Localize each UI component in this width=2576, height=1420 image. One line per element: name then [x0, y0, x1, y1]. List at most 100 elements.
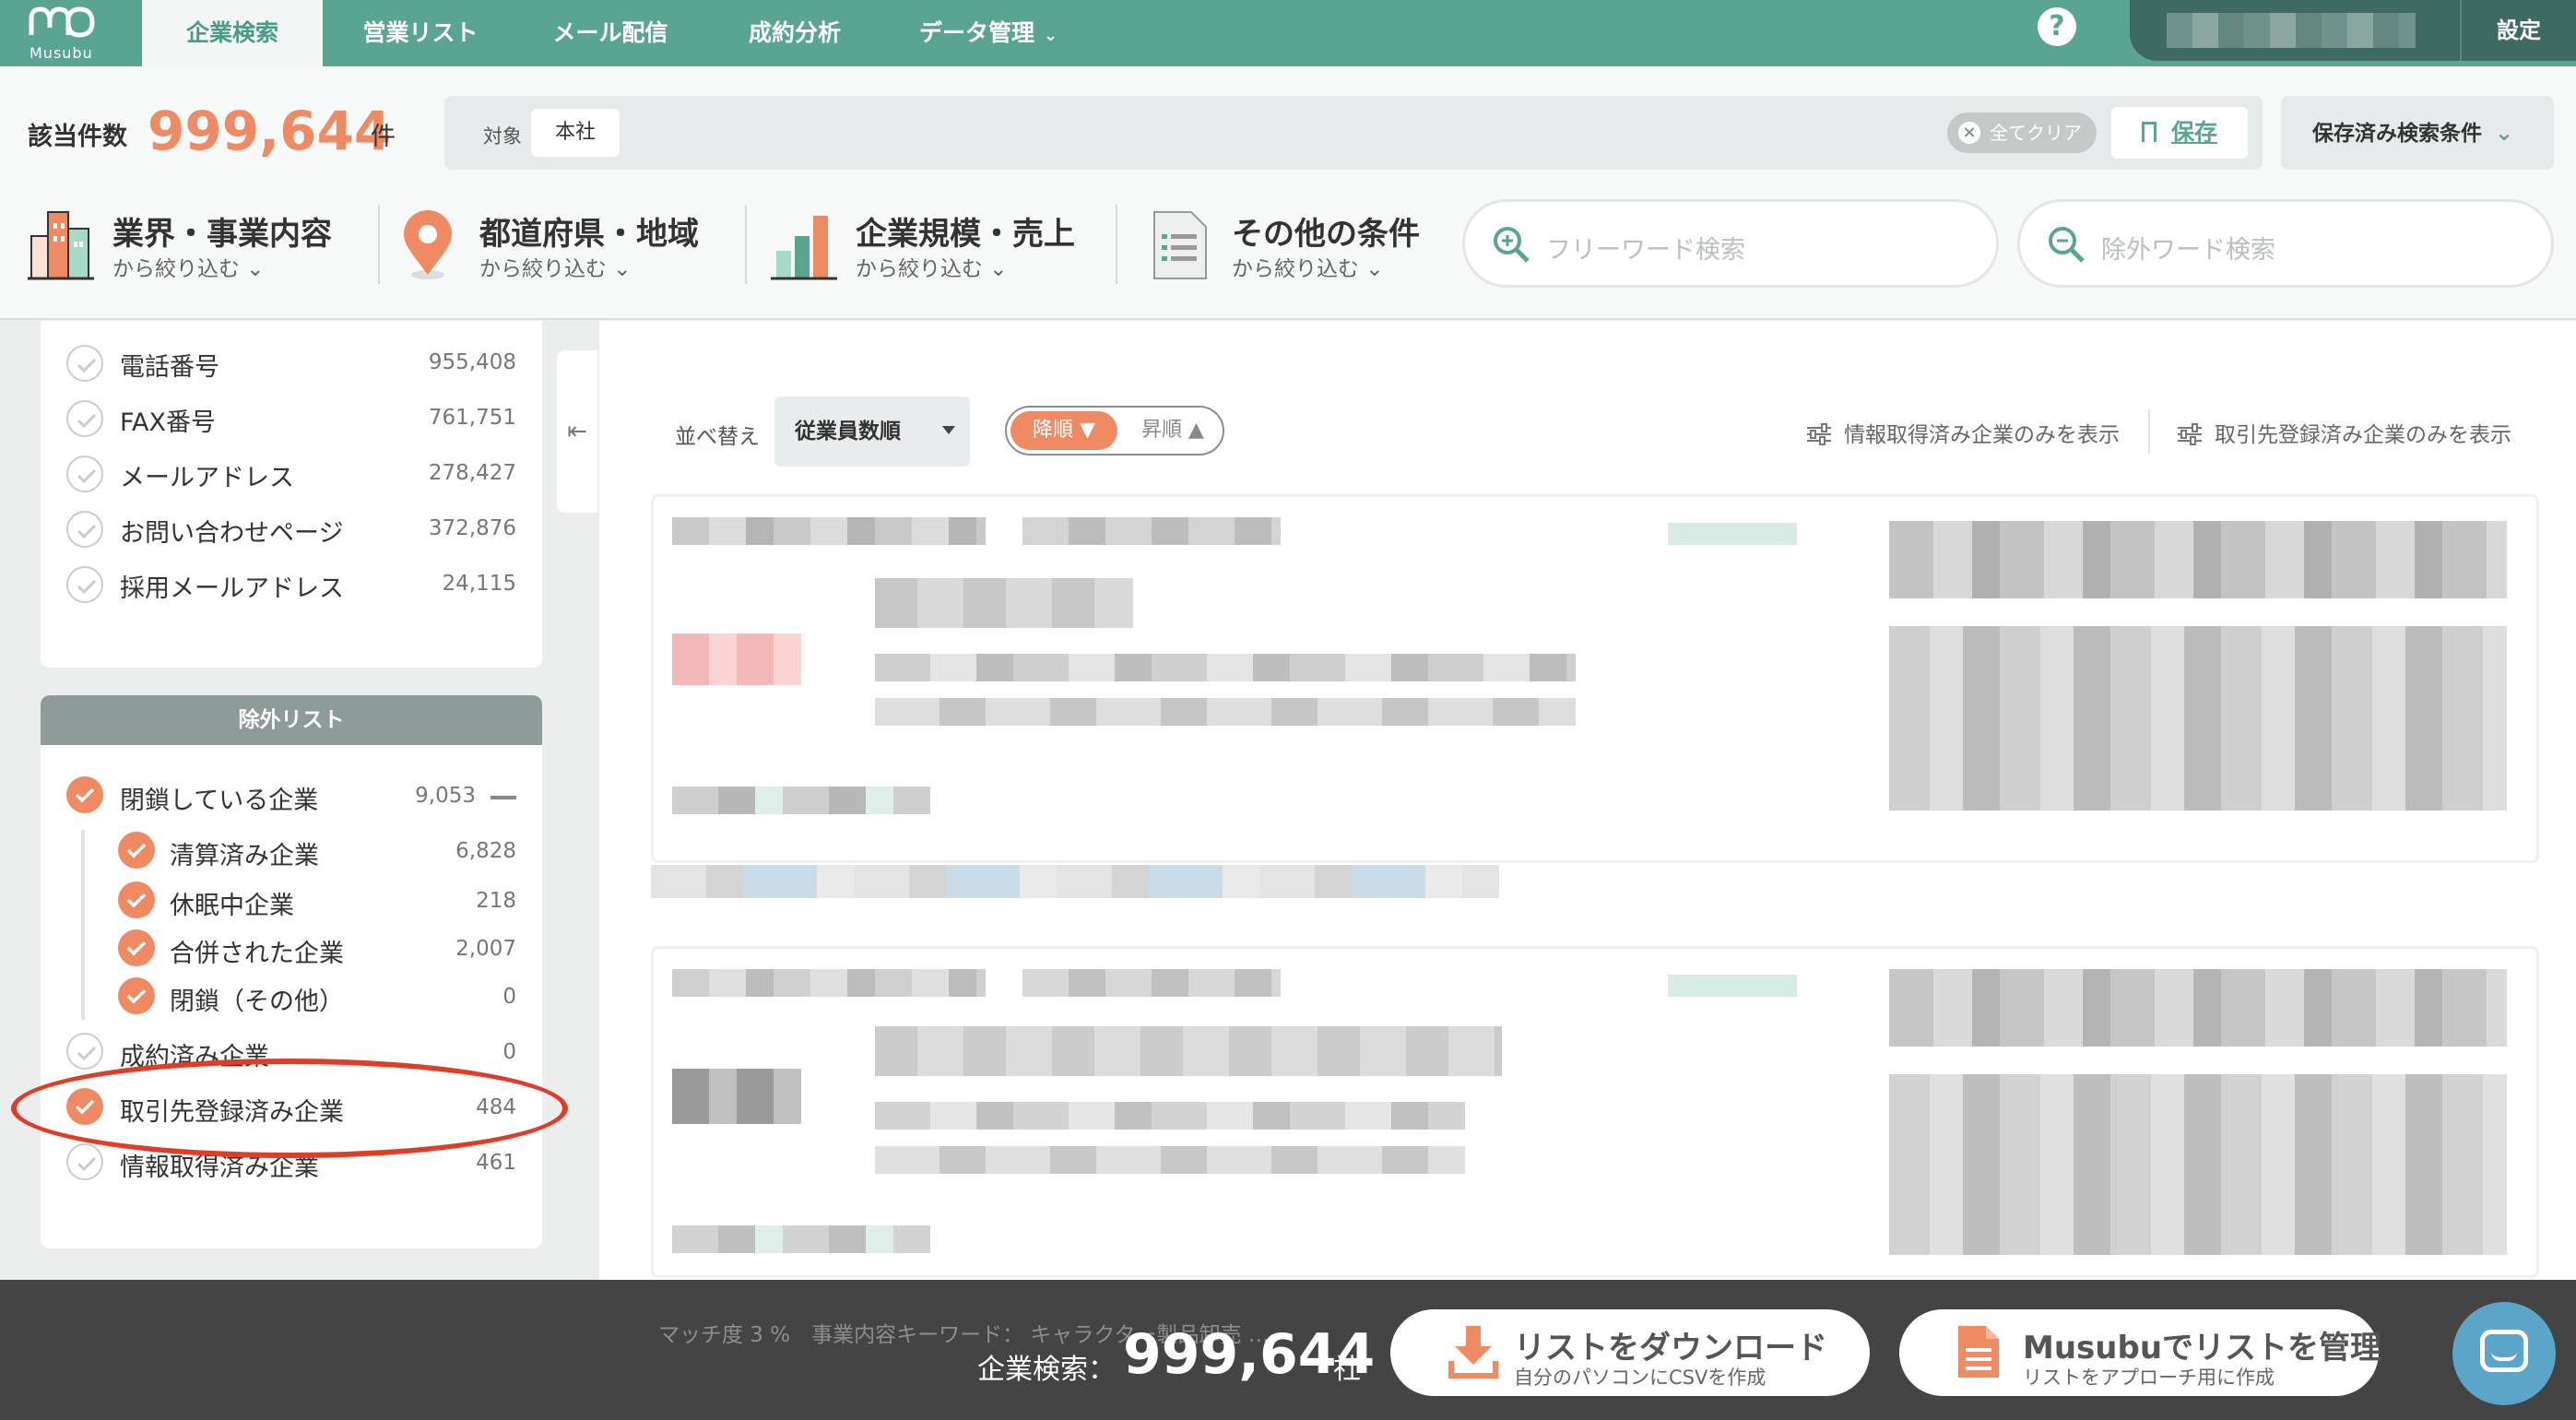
settings-button[interactable]: 設定: [2460, 0, 2576, 61]
toggle-label: 取引先登録済み企業のみを表示: [2215, 423, 2511, 447]
document-list-icon: [1153, 211, 1207, 279]
blurred-description: [1889, 1074, 2507, 1255]
check-circle-icon[interactable]: [66, 776, 103, 813]
musubu-logo[interactable]: Musubu: [20, 4, 103, 62]
download-list-button[interactable]: リストをダウンロード 自分のパソコンにCSVを作成: [1390, 1309, 1870, 1396]
show-registered-toggle[interactable]: 取引先登録済み企業のみを表示: [2176, 417, 2511, 448]
exclude-word-search-input[interactable]: 除外ワード検索: [2017, 199, 2554, 288]
condition-bar: 対象 本社 × 全てクリア 保存: [444, 96, 2263, 170]
tab-company-search[interactable]: 企業検索: [142, 0, 323, 66]
search-header: 該当件数 999,644 件 対象 本社 × 全てクリア 保存 保存済み検索条件…: [0, 66, 2576, 320]
contact-label: メールアドレス: [120, 464, 294, 492]
free-word-search-input[interactable]: フリーワード検索: [1462, 199, 1999, 288]
bottom-action-bar: マッチ度 3 % 事業内容キーワード： キャラクター製品卸売 … 企業検索： 9…: [0, 1280, 2576, 1420]
filter-sub: から絞り込む ⌄: [1232, 257, 1384, 281]
sort-label: 並べ替え: [675, 425, 760, 449]
target-chip[interactable]: 本社: [531, 109, 620, 157]
contact-count: 372,876: [428, 516, 516, 540]
tab-sales-list[interactable]: 営業リスト: [336, 0, 505, 66]
blurred-text: [1022, 517, 1281, 545]
check-circle-icon[interactable]: [118, 882, 155, 918]
exclude-count: 2,007: [455, 937, 516, 961]
download-sub: 自分のパソコンにCSVを作成: [1514, 1367, 1767, 1389]
check-circle-icon[interactable]: [66, 566, 103, 603]
check-circle-icon[interactable]: [66, 1143, 103, 1180]
filter-other-conditions[interactable]: その他の条件 から絞り込む ⌄: [1147, 203, 1460, 286]
collapse-minus-icon[interactable]: [490, 796, 516, 799]
check-circle-icon[interactable]: [66, 400, 103, 437]
tab-label: 成約分析: [748, 19, 841, 46]
user-account-menu[interactable]: [2130, 0, 2462, 61]
tab-mail-delivery[interactable]: メール配信: [522, 0, 699, 66]
order-asc-button[interactable]: 昇順 ▲: [1128, 411, 1217, 450]
building-icon: [28, 211, 94, 280]
exclude-count: 6,828: [455, 839, 516, 863]
divider: [378, 205, 380, 284]
blurred-tag: [1668, 523, 1797, 545]
musubu-logo-mark-icon: [29, 6, 95, 38]
blurred-description: [1889, 626, 2507, 811]
blurred-text: [875, 1026, 1502, 1076]
check-circle-icon[interactable]: [66, 1033, 103, 1070]
save-button[interactable]: 保存: [2111, 107, 2248, 159]
exclude-list-title: 除外リスト: [41, 695, 542, 745]
blurred-logo: [672, 1069, 801, 1124]
filter-title: 業界・事業内容: [112, 216, 332, 253]
company-result-card[interactable]: [651, 946, 2539, 1278]
check-circle-icon[interactable]: [118, 832, 155, 869]
highlight-annotation: [11, 1059, 568, 1158]
show-info-acquired-toggle[interactable]: 情報取得済み企業のみを表示: [1805, 417, 2120, 448]
footer-unit: 社: [1333, 1354, 1361, 1386]
manage-list-button[interactable]: Musubuでリストを管理 リストをアプローチ用に作成: [1899, 1309, 2381, 1396]
save-label: 保存: [2170, 119, 2217, 146]
exclude-count: 9,053: [415, 784, 476, 808]
saved-conditions-dropdown[interactable]: 保存済み検索条件 ⌄: [2281, 96, 2554, 170]
blurred-tag: [1668, 975, 1797, 997]
exclude-label: 閉鎖（その他）: [170, 988, 344, 1016]
free-word-placeholder: フリーワード検索: [1546, 236, 1745, 265]
contact-count: 24,115: [442, 572, 516, 596]
sliders-icon: [1807, 423, 1831, 445]
collapse-sidebar-icon[interactable]: ⇤: [557, 350, 597, 513]
filter-company-size[interactable]: 企業規模・売上 から絞り込む ⌄: [771, 203, 1121, 286]
download-icon: [1448, 1326, 1498, 1379]
tab-label: メール配信: [552, 19, 668, 46]
clear-all-button[interactable]: × 全てクリア: [1947, 112, 2097, 153]
filter-title: 都道府県・地域: [479, 216, 699, 253]
manage-sub: リストをアプローチ用に作成: [2023, 1367, 2275, 1389]
order-desc-button[interactable]: 降順 ▼: [1010, 411, 1117, 450]
exclude-label: 閉鎖している企業: [120, 787, 319, 815]
chat-support-button[interactable]: [2452, 1302, 2556, 1405]
blurred-company-name: [672, 969, 986, 997]
tab-data-management[interactable]: データ管理 ⌄: [892, 0, 1084, 66]
company-result-card[interactable]: [651, 494, 2539, 863]
check-circle-icon[interactable]: [66, 456, 103, 492]
check-circle-icon[interactable]: [118, 929, 155, 966]
download-title: リストをダウンロード: [1514, 1330, 1827, 1367]
search-minus-icon: [2049, 227, 2085, 263]
filter-sub: から絞り込む ⌄: [112, 257, 265, 281]
blurred-text: [1022, 969, 1281, 997]
location-pin-icon: [404, 210, 452, 279]
check-circle-icon[interactable]: [118, 977, 155, 1014]
result-count-unit: 件: [371, 123, 396, 151]
filter-industry[interactable]: 業界・事業内容 から絞り込む ⌄: [28, 203, 378, 286]
search-plus-icon: [1494, 227, 1530, 263]
blurred-text: [672, 1225, 930, 1253]
footer-label: 企業検索：: [977, 1354, 1116, 1386]
exclude-label: 合併された企業: [170, 940, 344, 968]
contact-label: 採用メールアドレス: [120, 574, 344, 603]
filter-region[interactable]: 都道府県・地域 から絞り込む ⌄: [395, 203, 745, 286]
tab-deal-analysis[interactable]: 成約分析: [723, 0, 867, 66]
sort-select[interactable]: 従業員数順: [774, 396, 970, 467]
chevron-down-icon: ⌄: [1043, 26, 1058, 45]
help-icon[interactable]: ?: [2038, 7, 2076, 46]
saved-conditions-label: 保存済み検索条件: [2312, 122, 2482, 146]
blurred-text: [875, 1146, 1465, 1174]
contact-count: 761,751: [428, 406, 516, 430]
check-circle-icon[interactable]: [66, 345, 103, 382]
check-circle-icon[interactable]: [66, 511, 103, 548]
tree-connector: [81, 830, 85, 1020]
logo-text: Musubu: [30, 44, 93, 62]
contact-label: 電話番号: [120, 353, 219, 382]
